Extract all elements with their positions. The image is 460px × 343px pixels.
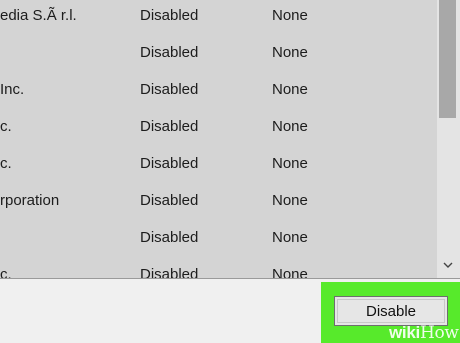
vertical-scrollbar[interactable]: [437, 0, 460, 278]
status-cell: Disabled: [140, 192, 199, 209]
startup-impact-cell: None: [272, 155, 308, 172]
disable-button[interactable]: Disable: [334, 296, 448, 326]
startup-impact-cell: None: [272, 7, 308, 24]
watermark-part-wiki: wiki: [389, 323, 420, 342]
status-cell: Disabled: [140, 81, 199, 98]
list-row[interactable]: c. Disabled None: [0, 111, 437, 148]
status-cell: Disabled: [140, 118, 199, 135]
status-cell: Disabled: [140, 155, 199, 172]
startup-impact-cell: None: [272, 192, 308, 209]
startup-apps-list: edia S.Ã r.l. Disabled None Disabled Non…: [0, 0, 437, 278]
disable-button-label: Disable: [365, 302, 417, 320]
watermark-part-how: How: [419, 323, 459, 343]
startup-impact-cell: None: [272, 44, 308, 61]
startup-impact-cell: None: [272, 81, 308, 98]
list-row[interactable]: c. Disabled None: [0, 148, 437, 185]
list-row[interactable]: Disabled None: [0, 222, 437, 259]
chevron-down-icon[interactable]: [439, 256, 456, 274]
wikihow-watermark: wikiHow: [389, 323, 459, 343]
publisher-cell: Inc.: [0, 81, 25, 98]
startup-impact-cell: None: [272, 266, 308, 278]
status-cell: Disabled: [140, 7, 199, 24]
publisher-cell: c.: [0, 118, 12, 135]
list-row[interactable]: rporation Disabled None: [0, 185, 437, 222]
scrollbar-thumb[interactable]: [439, 0, 456, 118]
startup-impact-cell: None: [272, 229, 308, 246]
status-cell: Disabled: [140, 44, 199, 61]
list-row[interactable]: Inc. Disabled None: [0, 74, 437, 111]
publisher-cell: rporation: [0, 192, 60, 209]
startup-impact-cell: None: [272, 118, 308, 135]
status-cell: Disabled: [140, 229, 199, 246]
publisher-cell: edia S.Ã r.l.: [0, 7, 77, 24]
publisher-cell: c.: [0, 155, 12, 172]
list-row[interactable]: edia S.Ã r.l. Disabled None: [0, 0, 437, 37]
list-row[interactable]: Disabled None: [0, 37, 437, 74]
status-cell: Disabled: [140, 266, 199, 278]
publisher-cell: c.: [0, 266, 12, 278]
list-row[interactable]: c. Disabled None: [0, 259, 437, 278]
